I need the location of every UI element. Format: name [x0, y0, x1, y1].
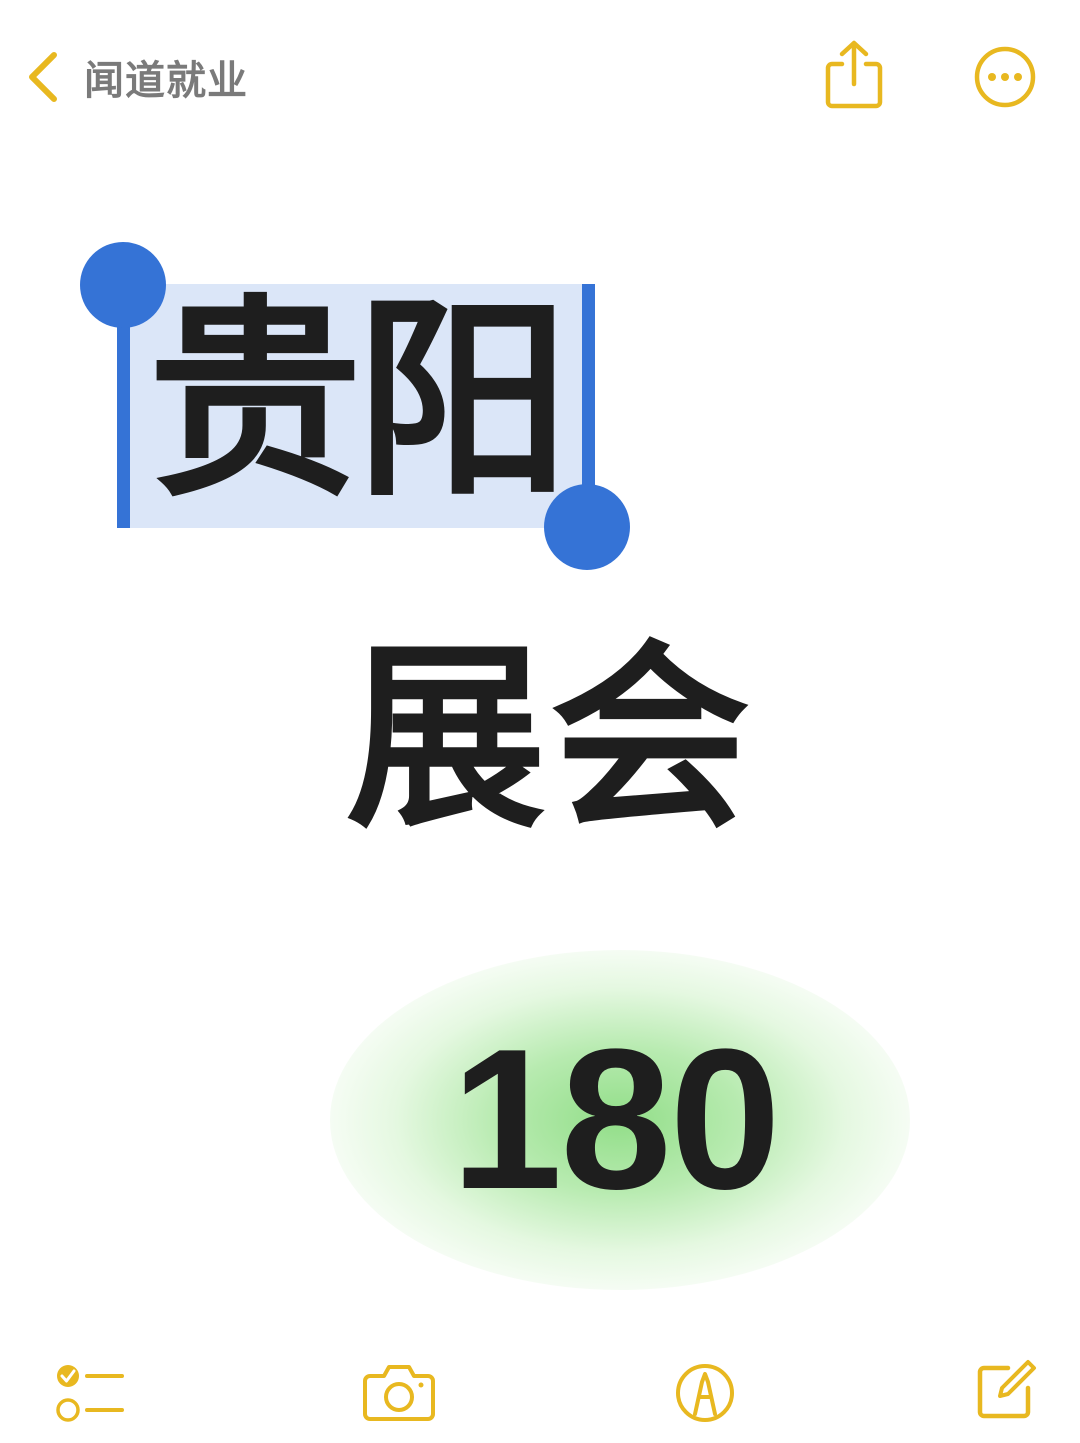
markup-icon — [674, 1362, 736, 1424]
compose-button[interactable] — [974, 1358, 1038, 1422]
selected-heading[interactable]: 贵阳 — [118, 280, 594, 524]
chevron-left-icon — [22, 49, 62, 105]
more-icon — [973, 45, 1037, 109]
camera-icon — [362, 1362, 436, 1422]
checklist-button[interactable] — [54, 1362, 126, 1424]
checklist-icon — [54, 1362, 126, 1424]
selection-start-handle[interactable] — [80, 242, 166, 328]
back-button[interactable]: 闻道就业 — [22, 42, 248, 112]
count-number: 180 — [451, 1008, 781, 1231]
back-label: 闻道就业 — [84, 58, 248, 104]
more-button[interactable] — [973, 45, 1037, 109]
compose-icon — [974, 1358, 1038, 1422]
share-icon — [822, 38, 886, 112]
subtitle-text: 展会 — [345, 623, 754, 856]
selection-end-handle[interactable] — [544, 484, 630, 570]
note-page: 闻道就业 贵阳 展会 180 — [0, 0, 1080, 1443]
share-button[interactable] — [822, 38, 886, 112]
camera-button[interactable] — [362, 1362, 436, 1422]
markup-button[interactable] — [674, 1362, 736, 1424]
